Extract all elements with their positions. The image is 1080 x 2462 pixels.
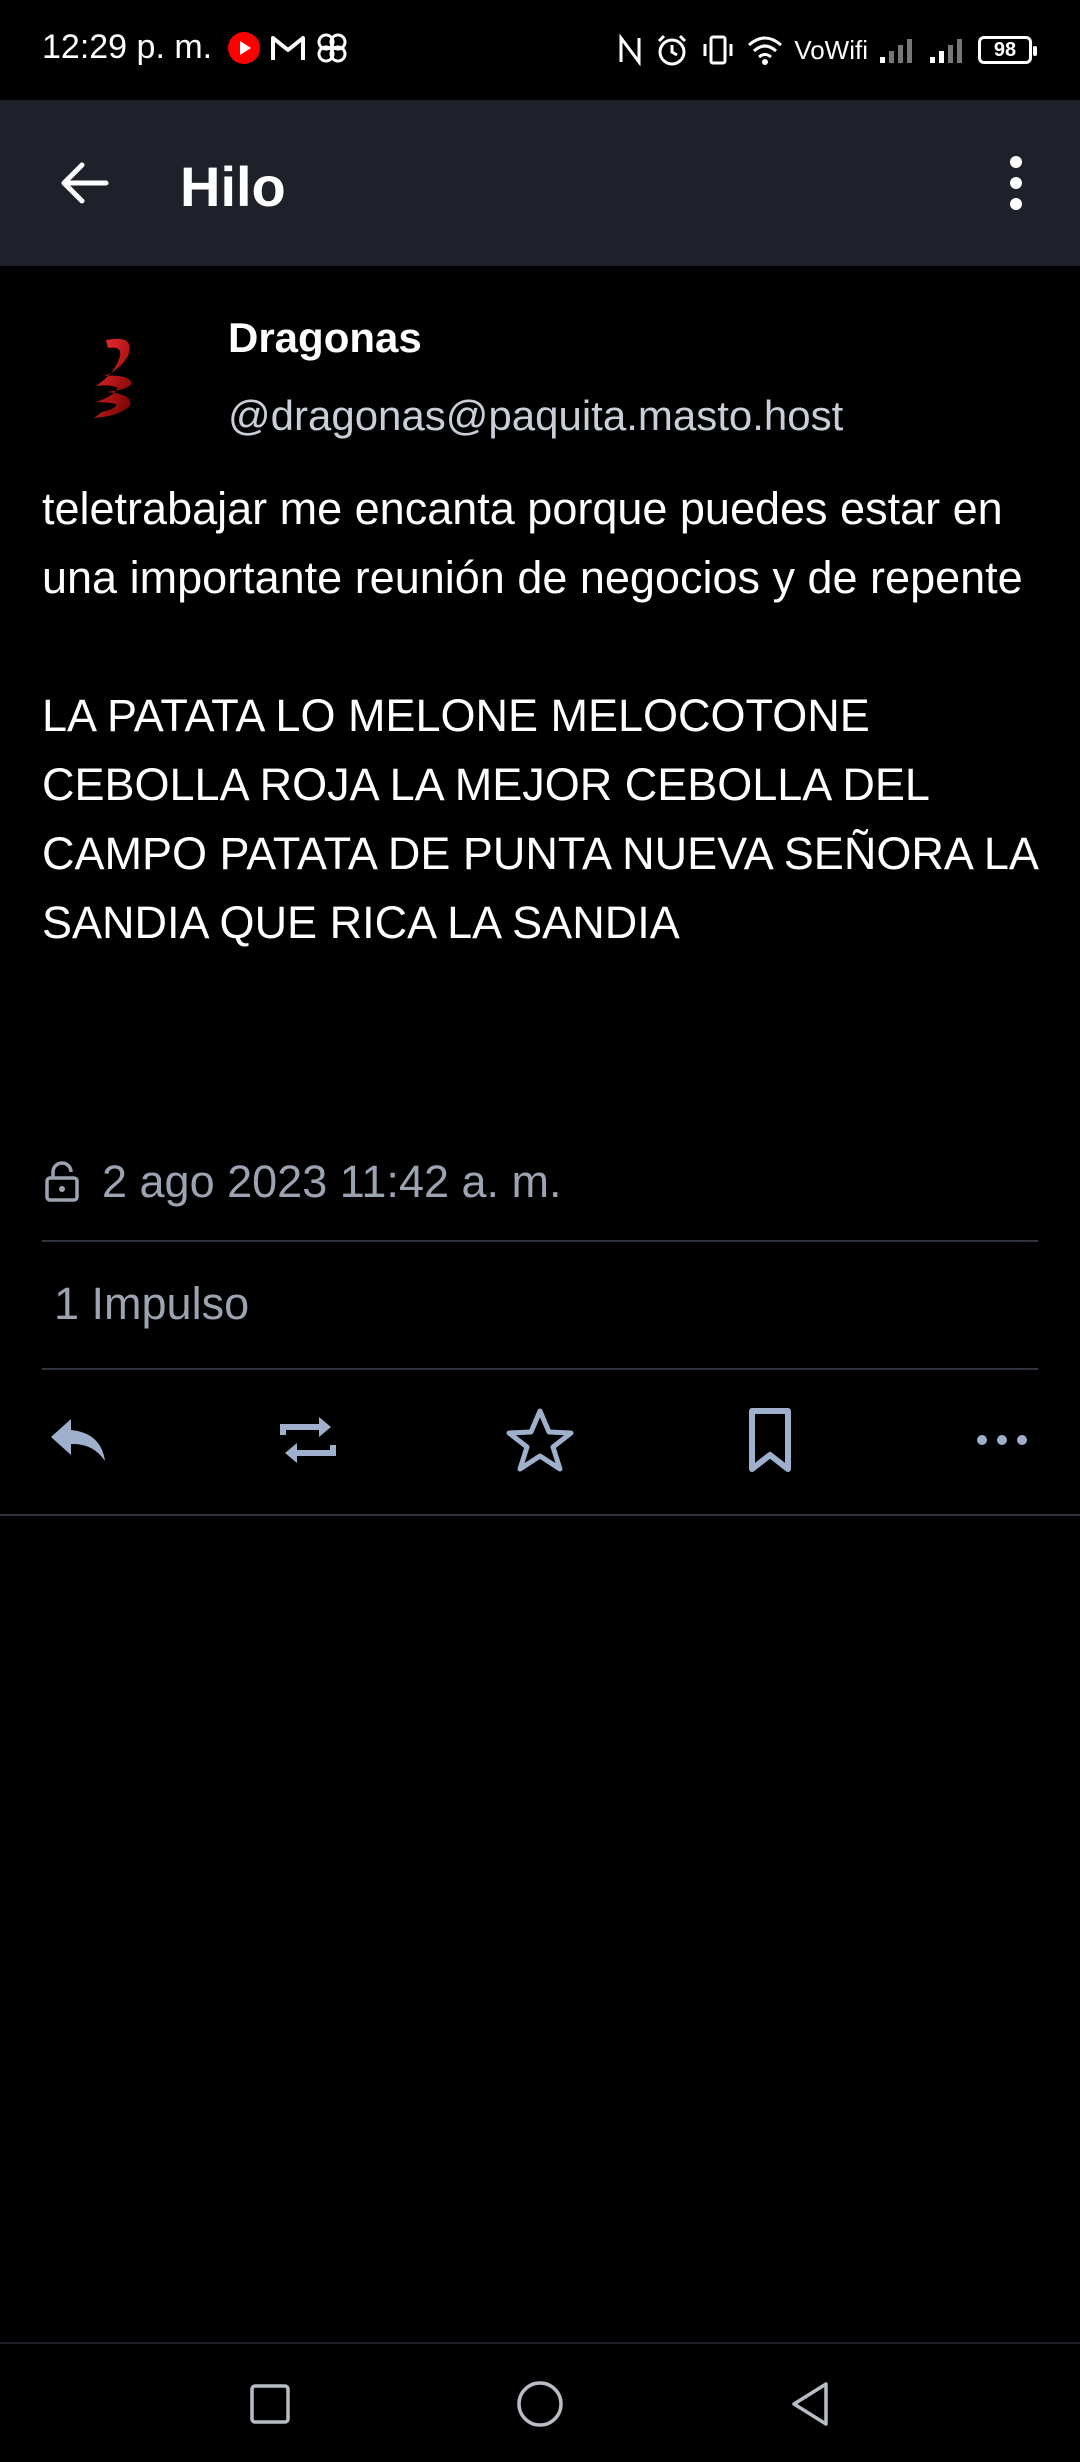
more-horizontal-icon: [977, 1435, 1027, 1445]
post-timestamp[interactable]: 2 ago 2023 11:42 a. m.: [102, 1156, 562, 1208]
battery-level: 98: [993, 38, 1017, 61]
vibrate-icon: [703, 35, 733, 65]
boosts-count[interactable]: 1 Impulso: [54, 1278, 249, 1330]
account-handle[interactable]: @dragonas@paquita.masto.host: [228, 392, 843, 440]
divider: [42, 1240, 1038, 1242]
system-navigation-bar: [0, 2342, 1080, 2462]
status-time: 12:29 p. m.: [42, 28, 213, 66]
recents-button[interactable]: [238, 2372, 302, 2436]
triangle-back-icon: [792, 2382, 828, 2426]
reply-icon: [51, 1419, 105, 1461]
notification-icons: [226, 30, 350, 66]
home-button[interactable]: [508, 2372, 572, 2436]
avatar[interactable]: [66, 326, 172, 432]
vowifi-label: VoWifi: [794, 34, 868, 65]
reply-button[interactable]: [38, 1400, 118, 1480]
status-bar: 12:29 p. m. VoWifi 98: [0, 0, 1080, 100]
arrow-left-icon: [61, 162, 109, 204]
divider: [0, 1514, 1080, 1516]
signal-icon: [880, 39, 912, 63]
lock-open-icon: [45, 1161, 79, 1202]
more-actions-button[interactable]: [962, 1400, 1042, 1480]
nfc-icon: [619, 33, 641, 67]
youtube-icon: [228, 32, 260, 64]
overflow-menu-button[interactable]: [988, 148, 1044, 218]
wifi-icon: [748, 36, 783, 65]
gmail-icon: [271, 36, 305, 60]
system-icons: VoWifi 98: [616, 28, 1037, 72]
signal-icon-2: [930, 39, 962, 63]
bookmark-icon: [749, 1408, 791, 1472]
more-vertical-icon: [1010, 156, 1022, 210]
dragon-logo-icon: [94, 338, 132, 418]
post-meta: 2 ago 2023 11:42 a. m.: [42, 1156, 562, 1208]
pinwheel-icon: [317, 33, 347, 63]
top-app-bar: Hilo: [0, 100, 1080, 266]
battery-icon: 98: [978, 36, 1037, 64]
alarm-icon: [658, 34, 687, 66]
circle-icon: [517, 2381, 563, 2427]
bookmark-button[interactable]: [730, 1400, 810, 1480]
post-content: teletrabajar me encanta porque puedes es…: [42, 483, 1037, 948]
boost-button[interactable]: [268, 1400, 348, 1480]
page-title: Hilo: [180, 155, 286, 218]
square-icon: [250, 2384, 290, 2424]
post-actions: [0, 1362, 1080, 1512]
favourite-button[interactable]: [500, 1400, 580, 1480]
display-name[interactable]: Dragonas: [228, 314, 422, 362]
star-icon: [506, 1408, 574, 1472]
back-button[interactable]: [52, 150, 118, 216]
back-nav-button[interactable]: [778, 2372, 842, 2436]
repeat-icon: [280, 1417, 336, 1463]
